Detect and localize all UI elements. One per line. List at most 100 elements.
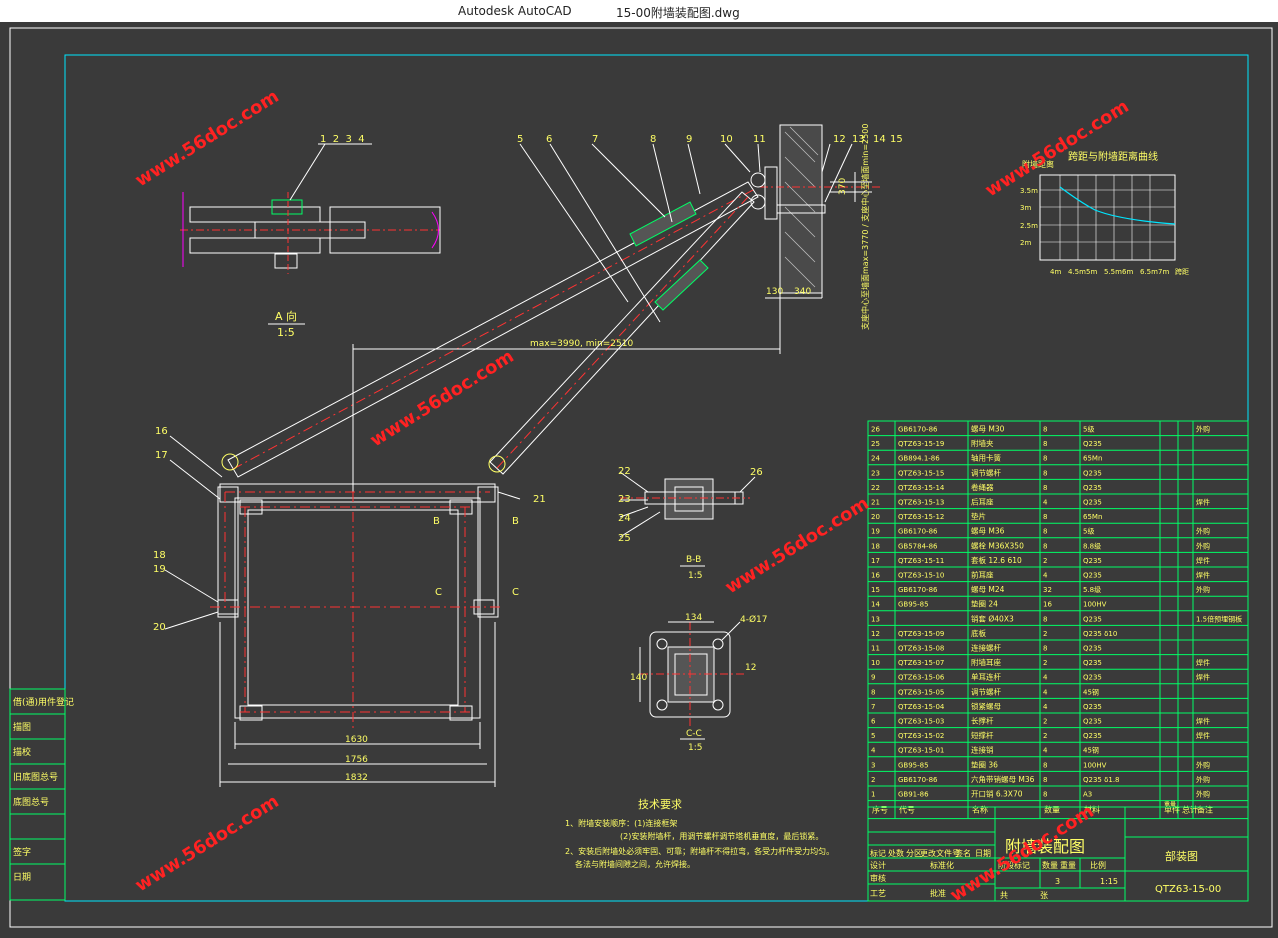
strip-label: 底图总号 [13,796,49,808]
bom-cell: QTZ63-15-19 [898,440,944,448]
bom-cell: 2 [871,776,875,784]
bom-cell: 8 [1043,791,1047,799]
bom-cell: QTZ63-15-14 [898,484,945,492]
chart-xtick: 4.5m [1068,268,1086,276]
bom-header-cell: 名称 [972,805,988,815]
view-a-label: A 向 [275,309,297,323]
callout: 26 [750,467,763,478]
bom-cell: 3 [871,761,875,769]
bom-cell: 65Mn [1083,455,1102,463]
technical-requirements: 技术要求 1、附墙安装顺序：(1)连接框架 (2)安装附墙杆，用调节螺杆调节塔机… [565,798,834,869]
callout: 13 [852,134,865,145]
callout: 21 [533,494,546,505]
bom-cell: 14 [871,601,880,609]
bom-cell: QTZ63-15-11 [898,557,944,565]
bom-cell: Q235 [1083,499,1102,507]
bom-cell: 2 [1043,557,1047,565]
bom-cell: 15 [871,586,880,594]
bom-cell: 5级 [1083,425,1094,434]
bom-cell: Q235 [1083,557,1102,565]
bom-cell: QTZ63-15-01 [898,747,944,755]
bom-cell: 前耳座 [971,570,994,580]
dim-vertical-note: 支座中心至墙面max=3770 / 支座中心至墙面min=2500 [860,124,870,330]
file-name: 15-00附墙装配图.dwg [616,6,740,20]
bom-cell: 短撑杆 [971,730,994,740]
bom-cell: Q235 [1083,674,1102,682]
section-cc-dim-right: 12 [745,663,756,673]
span-distance-chart: 跨距与附墙距离曲线 附墙距离 3.5m 3m 2.5m 2m 4m 4.5m 5… [1020,150,1189,276]
bom-cell: 4 [1043,674,1048,682]
app-name: Autodesk AutoCAD [458,4,572,18]
callout: 15 [890,134,903,145]
chart-xtick: 5m [1086,268,1097,276]
section-cc [639,621,745,727]
strip-label: 描图 [13,721,31,733]
tb-scale: 1:15 [1100,877,1118,886]
bom-cell: 24 [871,455,880,463]
bom-cell: 螺母 M24 [971,584,1005,594]
tech-line: 1、附墙安装顺序：(1)连接框架 [565,818,677,828]
bom-cell: 外购 [1196,585,1210,594]
chart-ytick: 2.5m [1020,222,1038,230]
bom-cell: QTZ63-15-05 [898,688,944,696]
bom-cell: QTZ63-15-13 [898,499,944,507]
bom-cell: 垫片 [971,511,986,521]
bom-cell: 连接销 [971,745,994,755]
bom-cell: 9 [871,674,875,682]
callout: 7 [592,134,598,145]
chart-ytick: 3.5m [1020,187,1038,195]
callout: 11 [753,134,766,145]
watermark: www.56doc.com [982,96,1133,201]
bom-cell: 单耳连杆 [971,672,1001,682]
bom-cell: 2 [1043,630,1047,638]
bom-cell: 26 [871,426,880,434]
bom-cell: 18 [871,542,880,550]
bom-cell: GB95-85 [898,601,929,609]
bom-cell: 10 [871,659,880,667]
bom-cell: Q235 [1083,718,1102,726]
bom-cell: 1 [871,791,875,799]
tb-drawing-no: QTZ63-15-00 [1155,884,1221,895]
tb-sheet-label: 共 [1000,891,1008,900]
callout: 1 [320,134,326,145]
bom-cell: 轴用卡簧 [971,453,1001,463]
section-cc-hole: 4-Ø17 [740,614,768,625]
cad-drawing[interactable]: 借(通)用件登记 描图 描校 旧底图总号 底图总号 签字 日期 1 2 3 4 … [0,22,1278,934]
bom-cell: 16 [1043,601,1052,609]
bom-cell: 6 [871,718,876,726]
bom-cell: 13 [871,615,880,623]
callout: 22 [618,466,631,477]
tb-sign: 审核 [870,873,886,883]
tech-title: 技术要求 [638,798,682,811]
callout: 17 [155,450,168,461]
tech-line: (2)安装附墙杆，用调节螺杆调节塔机垂直度，最后锁紧。 [620,831,823,841]
bom-cell: GB6170-86 [898,426,938,434]
tb-label: 更改文件号 [920,848,960,858]
mark-c-left: C [435,587,442,598]
strip-label: 描校 [13,746,31,758]
tb-right: 数量 [1042,860,1058,870]
section-bb-scale: 1:5 [688,571,702,581]
bom-cell: QTZ63-15-07 [898,659,944,667]
bom-cell: 7 [871,703,875,711]
bom-cell: 外购 [1196,425,1210,434]
bom-cell: 垫圈 36 [971,759,998,769]
bom-cell: 开口销 6.3X70 [971,789,1023,799]
drawing-canvas[interactable]: 借(通)用件登记 描图 描校 旧底图总号 底图总号 签字 日期 1 2 3 4 … [0,22,1278,934]
bom-cell: 焊件 [1196,717,1210,726]
dim-wall-right: 340 [794,287,811,297]
tb-right: 重量 [1060,860,1076,870]
callout: 8 [650,134,656,145]
bom-cell: 垫圈 24 [971,599,998,609]
bom-cell: 5级 [1083,527,1094,536]
bom-cell: 65Mn [1083,513,1102,521]
bom-cell: GB5784-86 [898,542,938,550]
left-strip: 借(通)用件登记 描图 描校 旧底图总号 底图总号 签字 日期 [9,688,74,901]
bom-cell: 19 [871,528,880,536]
chart-title: 跨距与附墙距离曲线 [1068,150,1158,163]
bom-cell: 长撑杆 [971,716,994,726]
tb-right: 比例 [1090,860,1106,870]
bom-cell: 外购 [1196,775,1210,784]
mark-b-left: B [433,516,440,527]
bom-cell: 4 [1043,688,1048,696]
